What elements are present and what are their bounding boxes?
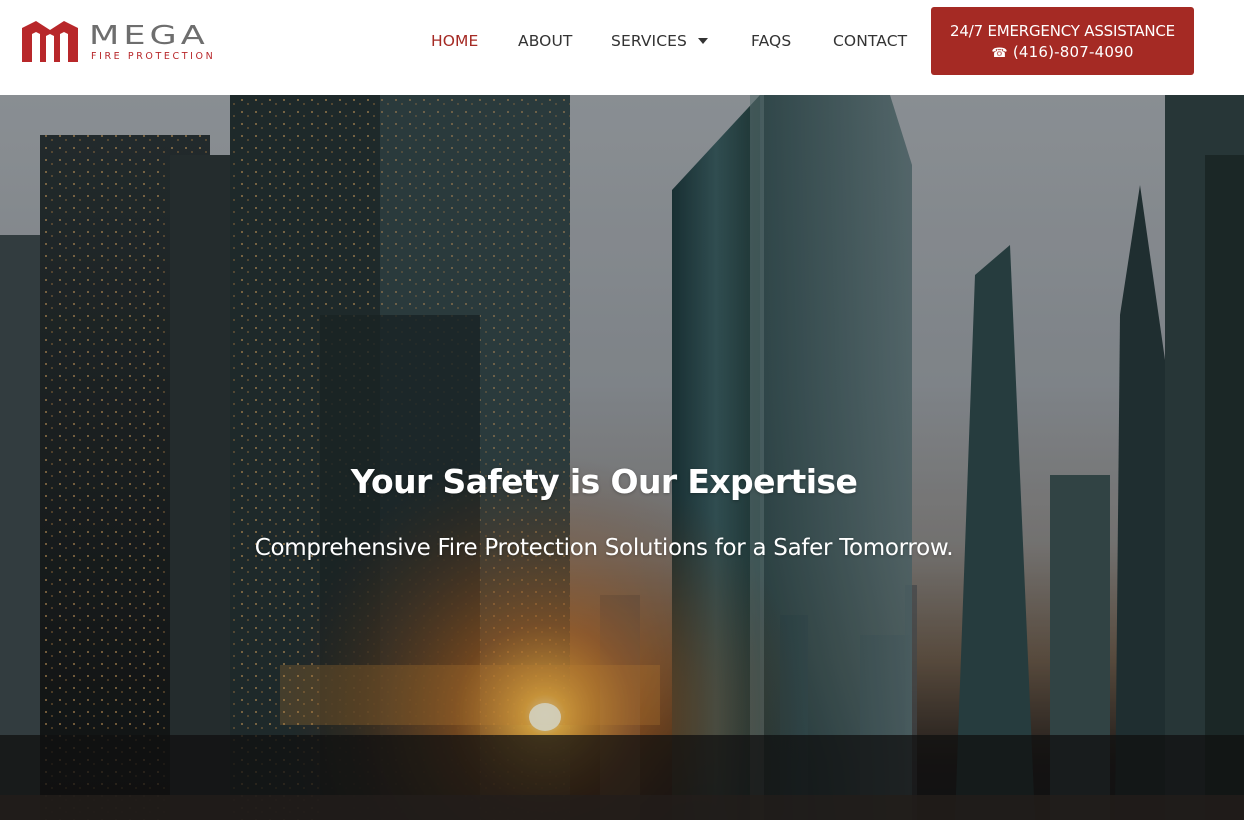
hero-subtitle: Comprehensive Fire Protection Solutions … — [254, 535, 954, 561]
nav-home[interactable]: HOME — [431, 30, 478, 52]
nav-about[interactable]: ABOUT — [518, 30, 572, 52]
emergency-phone-number: (416)-807-4090 — [1012, 43, 1134, 61]
brand-tagline: FIRE PROTECTION — [91, 51, 216, 62]
nav-contact[interactable]: CONTACT — [833, 30, 907, 52]
brand-name: MEGA — [89, 21, 209, 51]
brand-logo[interactable]: MEGA FIRE PROTECTION — [20, 18, 230, 64]
nav-services[interactable]: SERVICES — [611, 30, 708, 52]
nav-services-label: SERVICES — [611, 32, 687, 50]
building-m-icon — [22, 21, 78, 62]
hero-overlay — [0, 95, 1244, 820]
hero-section: Your Safety is Our Expertise Comprehensi… — [0, 95, 1244, 820]
site-header: MEGA FIRE PROTECTION HOME ABOUT SERVICES… — [0, 0, 1244, 95]
nav-faqs[interactable]: FAQS — [751, 30, 791, 52]
caret-down-icon — [697, 38, 708, 44]
hero-title: Your Safety is Our Expertise — [350, 462, 858, 501]
emergency-assistance-button[interactable]: 24/7 EMERGENCY ASSISTANCE ☎ (416)-807-409… — [931, 7, 1194, 75]
emergency-phone: ☎ (416)-807-4090 — [931, 42, 1194, 64]
phone-icon: ☎ — [991, 46, 1008, 61]
emergency-title: 24/7 EMERGENCY ASSISTANCE — [950, 22, 1175, 40]
